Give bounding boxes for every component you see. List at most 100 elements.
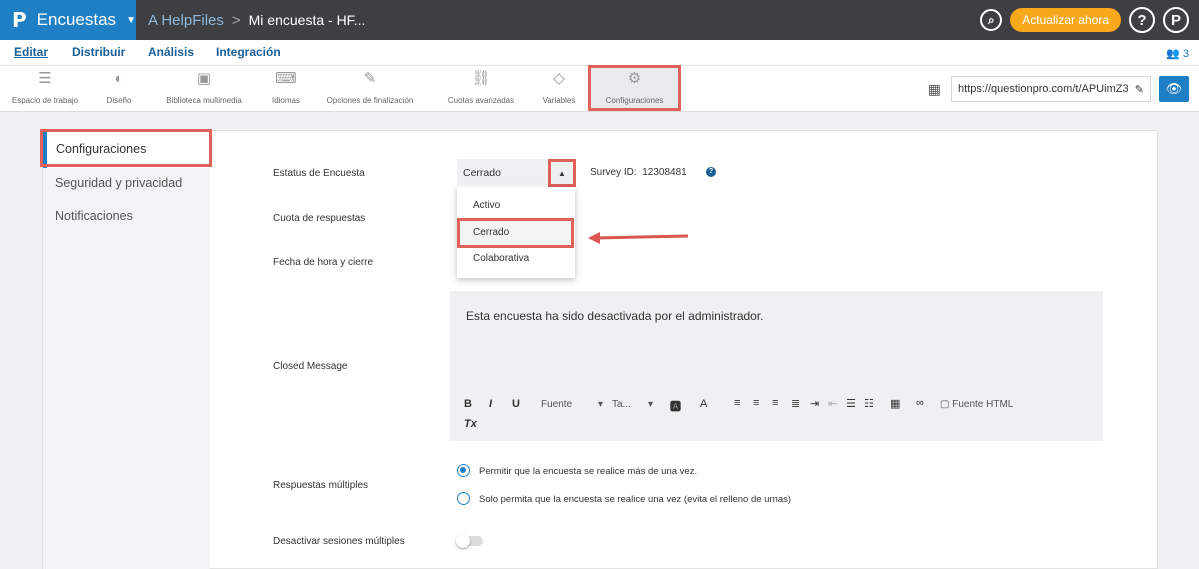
tool-label: Opciones de finalización — [326, 96, 414, 105]
workspace-icon: ☰ — [38, 70, 52, 87]
indent-icon[interactable]: ⇥ — [810, 397, 819, 410]
tool-label: Variables — [542, 96, 576, 105]
tool-label: Biblioteca multimedia — [166, 96, 242, 105]
sessions-toggle[interactable] — [456, 534, 483, 548]
tool-variables[interactable]: ◇ Variables — [536, 70, 582, 105]
survey-id-label: Survey ID: — [590, 167, 637, 178]
font-select[interactable]: Fuente — [541, 399, 572, 410]
help-icon[interactable]: ? — [1129, 7, 1155, 33]
align-left-icon[interactable]: ≡ — [734, 397, 740, 409]
bg-color-icon[interactable]: 🅰 — [670, 398, 681, 414]
chevron-down-icon[interactable]: ▾ — [598, 399, 603, 410]
pencil-icon[interactable]: ✎ — [1135, 83, 1144, 96]
tool-workspace[interactable]: ☰ Espacio de trabajo — [2, 70, 88, 105]
justify-icon[interactable]: ≣ — [791, 397, 800, 410]
survey-url-field[interactable]: https://questionpro.com/t/APUimZ3 ✎ — [951, 76, 1151, 102]
outdent-icon[interactable]: ⇤ — [828, 397, 837, 410]
link-icon: ⛓ — [471, 70, 491, 87]
survey-id-value: 12308481 — [642, 167, 687, 178]
caret-up-icon: ▲ — [558, 168, 566, 178]
breadcrumb-separator: > — [231, 11, 241, 29]
users-icon: 👥 — [1166, 48, 1180, 60]
quota-label: Cuota de respuestas — [273, 213, 366, 224]
sessions-label: Desactivar sesiones múltiples — [273, 536, 405, 547]
highlight-box — [40, 129, 212, 167]
upgrade-button[interactable]: Actualizar ahora — [1010, 8, 1121, 32]
survey-url-area: ▦ https://questionpro.com/t/APUimZ3 ✎ 👁 — [928, 66, 1199, 112]
tab-integracion[interactable]: Integración — [216, 45, 281, 59]
status-select-value: Cerrado — [463, 167, 501, 179]
source-icon: ▢ — [940, 399, 953, 410]
clear-format-button[interactable]: Tx — [464, 418, 477, 430]
close-date-label: Fecha de hora y cierre — [273, 257, 374, 268]
tool-finish-options[interactable]: ✎ Opciones de finalización — [312, 70, 428, 105]
size-select[interactable]: Ta... — [612, 399, 631, 410]
survey-id: Survey ID: 12308481 — [590, 167, 687, 178]
radio-single-response-label[interactable]: Solo permita que la encuesta se realice … — [479, 494, 791, 505]
status-label: Estatus de Encuesta — [273, 168, 365, 179]
text-color-icon[interactable]: A — [700, 398, 707, 410]
align-right-icon[interactable]: ≡ — [772, 397, 778, 409]
tool-label: Cuotas avanzadas — [447, 96, 515, 105]
preview-button[interactable]: 👁 — [1159, 76, 1189, 102]
chevron-down-icon[interactable]: ▾ — [648, 399, 653, 410]
help-icon[interactable]: ? — [706, 167, 716, 177]
logo-icon: P — [12, 8, 27, 32]
tab-distribuir[interactable]: Distribuir — [72, 45, 125, 59]
breadcrumb-survey[interactable]: Mi encuesta - HF... — [249, 12, 366, 28]
breadcrumb: A HelpFiles > Mi encuesta - HF... — [148, 0, 365, 40]
align-center-icon[interactable]: ≡ — [753, 397, 759, 409]
status-select-arrow[interactable]: ▲ — [548, 159, 576, 187]
tool-advanced-quotas[interactable]: ⛓ Cuotas avanzadas — [432, 70, 530, 105]
tool-label: Configuraciones — [605, 96, 664, 105]
closed-message-text: Esta encuesta ha sido desactivada por el… — [466, 309, 764, 323]
wand-icon: ✎ — [363, 70, 377, 87]
settings-sidebar: Configuraciones Seguridad y privacidad N… — [40, 129, 212, 569]
option-colaborativa[interactable]: Colaborativa — [473, 253, 529, 264]
gear-icon: ⚙ — [627, 70, 642, 87]
closed-message-label: Closed Message — [273, 361, 348, 372]
product-name: Encuestas — [36, 10, 117, 29]
bold-button[interactable]: B — [464, 398, 472, 410]
underline-button[interactable]: U — [512, 398, 520, 410]
tab-analisis[interactable]: Análisis — [148, 45, 194, 59]
tool-media-library[interactable]: ▣ Biblioteca multimedia — [158, 70, 250, 105]
html-source-button[interactable]: ▢ Fuente HTML — [940, 399, 1013, 410]
chevron-down-icon: ▼ — [126, 14, 136, 26]
italic-button[interactable]: I — [489, 398, 492, 410]
tag-icon: ◇ — [553, 70, 565, 87]
top-bar: P Encuestas ▼ A HelpFiles > Mi encuesta … — [0, 0, 1199, 40]
option-activo[interactable]: Activo — [473, 200, 500, 211]
tool-settings[interactable]: ⚙ Configuraciones — [588, 65, 681, 111]
link-icon[interactable]: ∞ — [916, 397, 924, 409]
search-icon[interactable]: ⌕ — [980, 9, 1003, 31]
tool-label: Diseño — [106, 96, 132, 105]
radio-single-response[interactable] — [457, 492, 470, 505]
tab-editar[interactable]: Editar — [14, 45, 48, 59]
users-count-value: 3 — [1182, 48, 1189, 60]
top-actions: ⌕ Actualizar ahora ? P — [980, 0, 1189, 40]
html-source-label: Fuente HTML — [952, 399, 1014, 410]
product-switcher[interactable]: P Encuestas ▼ — [0, 0, 136, 40]
tool-languages[interactable]: ⌨ Idiomas — [264, 70, 308, 105]
option-cerrado[interactable]: Cerrado — [473, 227, 509, 238]
tool-label: Idiomas — [271, 96, 300, 105]
option-cerrado-highlight[interactable]: Cerrado — [457, 218, 574, 248]
palette-icon: ◐ — [114, 70, 124, 87]
translate-icon: ⌨ — [275, 70, 297, 87]
radio-allow-multiple[interactable] — [457, 464, 470, 477]
sidebar-item-notifications[interactable]: Notificaciones — [55, 209, 133, 223]
numbered-list-icon[interactable]: ☷ — [864, 397, 874, 410]
bullet-list-icon[interactable]: ☰ — [846, 397, 856, 410]
annotation-arrow — [588, 232, 689, 244]
image-icon: ▣ — [196, 70, 212, 87]
breadcrumb-folder[interactable]: A HelpFiles — [148, 12, 224, 29]
table-icon[interactable]: ▦ — [890, 397, 900, 410]
profile-icon[interactable]: P — [1163, 7, 1189, 33]
radio-allow-multiple-label[interactable]: Permitir que la encuesta se realice más … — [479, 466, 697, 477]
qr-code-icon[interactable]: ▦ — [928, 81, 941, 98]
tool-design[interactable]: ◐ Diseño — [96, 70, 142, 105]
collaborators-count[interactable]: 👥 3 — [1166, 47, 1189, 60]
sidebar-item-security[interactable]: Seguridad y privacidad — [55, 176, 182, 190]
closed-message-editor[interactable]: Esta encuesta ha sido desactivada por el… — [450, 291, 1103, 441]
